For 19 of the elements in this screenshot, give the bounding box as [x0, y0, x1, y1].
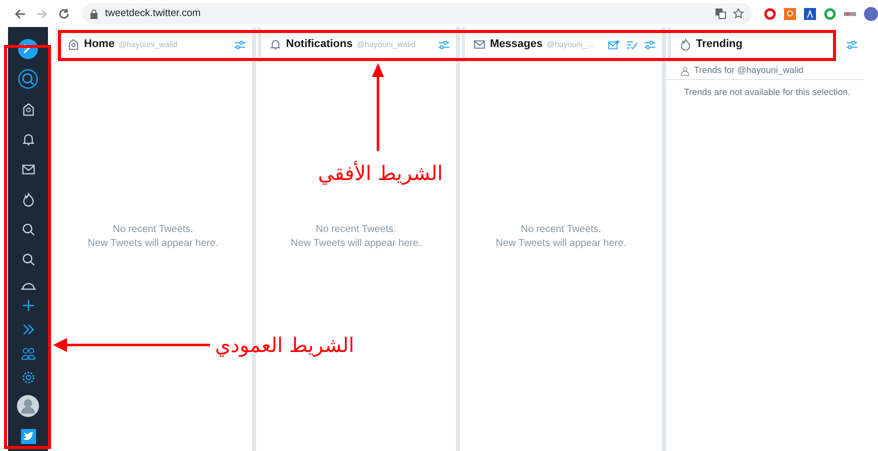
column-title: Trending [696, 37, 742, 52]
column-account: @hayouni_walid [118, 38, 178, 50]
empty-message: No recent Tweets. [112, 222, 194, 236]
empty-message: No recent Tweets. [520, 222, 602, 236]
column-title: Home [84, 37, 115, 52]
trends-message: Trends are not available for this selection. [683, 86, 852, 99]
annotation-label: الشريط العمودي [215, 332, 354, 359]
annotation-label: الشريط الأفقي [318, 160, 443, 187]
empty-message: New Tweets will appear here. [88, 236, 218, 250]
empty-message: No recent Tweets. [316, 222, 396, 236]
trends-location: Trends for @hayouni_walid [694, 64, 804, 77]
empty-message: New Tweets will appear here. [290, 236, 422, 250]
column-title: Notifications [286, 37, 353, 52]
url-text: tweetdeck.twitter.com [105, 7, 201, 21]
column-account: @hayouni_walid [356, 38, 416, 50]
column-account: @hayouni_... [546, 38, 594, 50]
empty-message: New Tweets will appear here. [496, 236, 626, 250]
address-bar[interactable]: tweetdeck.twitter.com [82, 3, 752, 24]
column-title: Messages [490, 37, 543, 52]
